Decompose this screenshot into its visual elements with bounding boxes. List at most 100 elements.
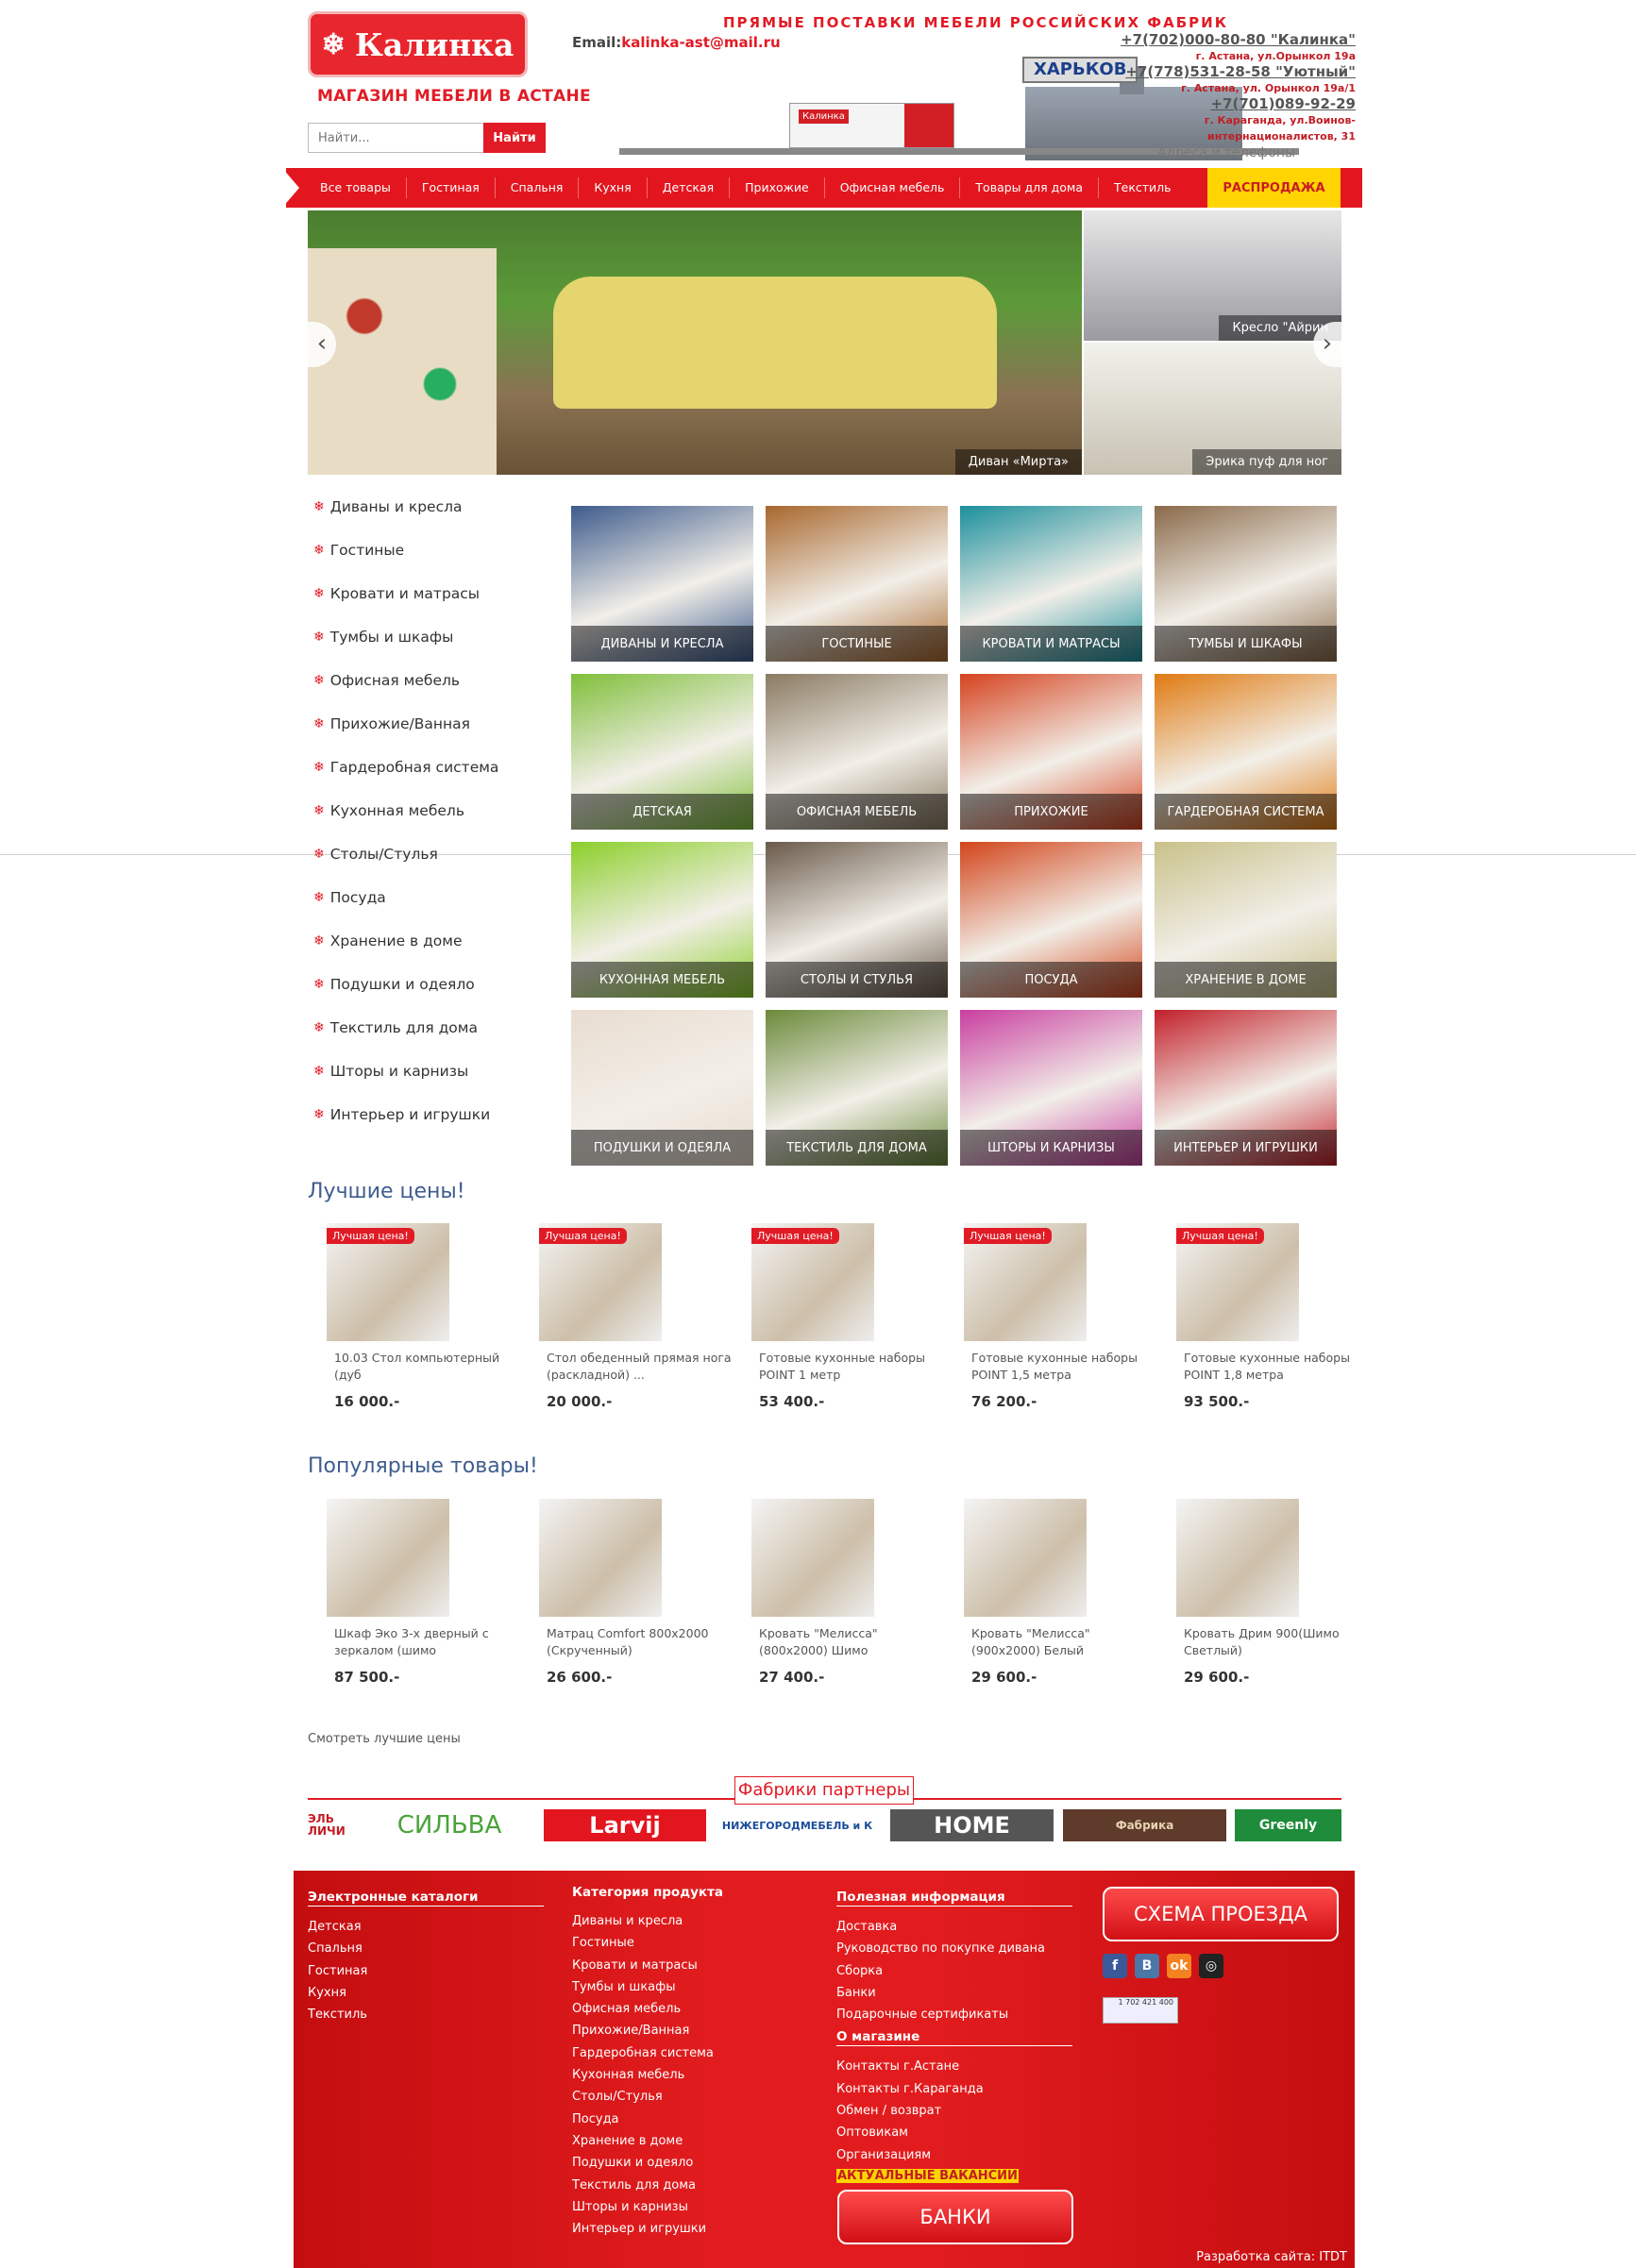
footer-link[interactable]: Доставка <box>836 1916 1072 1938</box>
footer-link[interactable]: Шторы и карнизы <box>572 2196 808 2218</box>
product-name[interactable]: Стол обеденный прямая нога (раскладной) … <box>547 1350 735 1384</box>
footer-link[interactable]: Кровати и матрасы <box>572 1955 808 1976</box>
footer-link[interactable]: Кухня <box>308 1982 544 2004</box>
addresses-link[interactable]: Адреса и телефоны <box>1157 145 1295 160</box>
category-tile[interactable]: ОФИСНАЯ МЕБЕЛЬ <box>766 674 948 830</box>
sidebar-item[interactable]: ❄ Хранение в доме <box>313 932 498 976</box>
category-tile[interactable]: ДЕТСКАЯ <box>571 674 753 830</box>
partner-logo[interactable]: Larvij <box>544 1809 706 1841</box>
nav-item[interactable]: Кухня <box>579 177 648 198</box>
sidebar-item[interactable]: ❄ Гардеробная система <box>313 759 498 802</box>
footer-link[interactable]: Сборка <box>836 1960 1072 1982</box>
nav-item[interactable]: Гостиная <box>407 177 496 198</box>
product-image[interactable] <box>751 1499 874 1617</box>
category-tile[interactable]: ГАРДЕРОБНАЯ СИСТЕМА <box>1155 674 1337 830</box>
category-tile[interactable]: ИНТЕРЬЕР И ИГРУШКИ <box>1155 1010 1337 1166</box>
footer-link[interactable]: Контакты г.Караганда <box>836 2078 1072 2100</box>
footer-link[interactable]: Текстиль <box>308 2004 544 2025</box>
sidebar-item[interactable]: ❄ Интерьер и игрушки <box>313 1106 498 1150</box>
nav-sale-button[interactable]: РАСПРОДАЖА <box>1207 168 1341 208</box>
nav-item[interactable]: Прихожие <box>730 177 825 198</box>
sidebar-item[interactable]: ❄ Столы/Стулья <box>313 846 498 889</box>
footer-link[interactable]: Подушки и одеяло <box>572 2152 808 2174</box>
site-logo[interactable]: ❄ Калинка <box>308 11 528 77</box>
sidebar-item[interactable]: ❄ Кухонная мебель <box>313 802 498 846</box>
contact-phone[interactable]: +7(778)531-28-58 "Уютный" <box>1121 64 1356 80</box>
product-name[interactable]: Готовые кухонные наборы POINT 1,5 метра <box>971 1350 1160 1384</box>
contact-phone[interactable]: +7(702)000-80-80 "Калинка" <box>1121 32 1356 48</box>
footer-link[interactable]: Гостиная <box>308 1960 544 1982</box>
product-image[interactable] <box>539 1499 662 1617</box>
partner-logo[interactable]: СИЛЬВА <box>379 1809 520 1841</box>
footer-link[interactable]: Детская <box>308 1916 544 1938</box>
facebook-icon[interactable]: f <box>1103 1954 1127 1978</box>
see-best-prices-link[interactable]: Смотреть лучшие цены <box>308 1732 461 1746</box>
nav-item[interactable]: Офисная мебель <box>825 177 961 198</box>
vacancies-link[interactable]: АКТУАЛЬНЫЕ ВАКАНСИИ <box>836 2168 1019 2183</box>
sidebar-item[interactable]: ❄ Подушки и одеяло <box>313 976 498 1019</box>
footer-link[interactable]: Контакты г.Астане <box>836 2056 1072 2077</box>
category-tile[interactable]: ПОСУДА <box>960 842 1142 998</box>
nav-item[interactable]: Товары для дома <box>960 177 1100 198</box>
sidebar-item[interactable]: ❄ Текстиль для дома <box>313 1019 498 1063</box>
footer-link[interactable]: Гардеробная система <box>572 2042 808 2064</box>
product-name[interactable]: Кровать "Мелисса" (800х2000) Шимо <box>759 1625 948 1659</box>
category-tile[interactable]: КРОВАТИ И МАТРАСЫ <box>960 506 1142 662</box>
partner-logo[interactable]: НИЖЕГОРОДМЕБЕЛЬ и К <box>719 1809 875 1841</box>
search-input[interactable] <box>308 123 483 153</box>
nav-item[interactable]: Детская <box>648 177 731 198</box>
directions-map-button[interactable]: СХЕМА ПРОЕЗДА <box>1103 1887 1339 1941</box>
nav-item[interactable]: Спальня <box>496 177 580 198</box>
footer-link[interactable]: Банки <box>836 1982 1072 2004</box>
footer-link[interactable]: Спальня <box>308 1938 544 1959</box>
category-tile[interactable]: ХРАНЕНИЕ В ДОМЕ <box>1155 842 1337 998</box>
visit-counter[interactable]: 1 702 421 400 <box>1103 1997 1178 2024</box>
footer-link[interactable]: Подарочные сертификаты <box>836 2004 1072 2025</box>
product-name[interactable]: Готовые кухонные наборы POINT 1,8 метра <box>1184 1350 1373 1384</box>
slide-main-image[interactable]: Диван «Мирта» <box>308 210 1082 475</box>
footer-link[interactable]: Офисная мебель <box>572 1998 808 2020</box>
footer-link[interactable]: Обмен / возврат <box>836 2100 1072 2122</box>
footer-link[interactable]: Оптовикам <box>836 2122 1072 2143</box>
footer-link[interactable]: Кухонная мебель <box>572 2064 808 2086</box>
category-tile[interactable]: ТЕКСТИЛЬ ДЛЯ ДОМА <box>766 1010 948 1166</box>
footer-link[interactable]: Текстиль для дома <box>572 2175 808 2196</box>
nav-item[interactable]: Все товары <box>305 177 407 198</box>
sidebar-item[interactable]: ❄ Шторы и карнизы <box>313 1063 498 1106</box>
sidebar-item[interactable]: ❄ Посуда <box>313 889 498 932</box>
footer-link[interactable]: Тумбы и шкафы <box>572 1976 808 1998</box>
partner-logo[interactable]: Фабрика <box>1063 1809 1226 1841</box>
instagram-icon[interactable]: ◎ <box>1199 1954 1223 1978</box>
product-image[interactable] <box>327 1499 449 1617</box>
footer-link[interactable]: Хранение в доме <box>572 2130 808 2152</box>
category-tile[interactable]: ТУМБЫ И ШКАФЫ <box>1155 506 1337 662</box>
footer-link[interactable]: Посуда <box>572 2108 808 2130</box>
sidebar-item[interactable]: ❄ Тумбы и шкафы <box>313 629 498 672</box>
product-name[interactable]: 10.03 Стол компьютерный (дуб <box>334 1350 523 1384</box>
sidebar-item[interactable]: ❄ Гостиные <box>313 542 498 585</box>
developer-credit[interactable]: Разработка сайта: ITDT <box>1196 2250 1347 2264</box>
nav-item[interactable]: Текстиль <box>1099 177 1187 198</box>
sidebar-item[interactable]: ❄ Диваны и кресла <box>313 498 498 542</box>
sidebar-item[interactable]: ❄ Прихожие/Ванная <box>313 715 498 759</box>
product-image[interactable] <box>1176 1499 1299 1617</box>
email-link[interactable]: kalinka-ast@mail.ru <box>621 34 780 51</box>
banks-button[interactable]: БАНКИ <box>837 2190 1073 2244</box>
product-name[interactable]: Кровать Дрим 900(Шимо Светлый) <box>1184 1625 1373 1659</box>
odnoklassniki-icon[interactable]: ok <box>1167 1954 1191 1978</box>
sidebar-item[interactable]: ❄ Кровати и матрасы <box>313 585 498 629</box>
footer-link[interactable]: Прихожие/Ванная <box>572 2020 808 2041</box>
search-button[interactable]: Найти <box>483 123 546 153</box>
slide-side-image[interactable]: Кресло "Айрин <box>1084 210 1341 341</box>
partner-logo[interactable]: HOME <box>890 1809 1054 1841</box>
category-tile[interactable]: КУХОННАЯ МЕБЕЛЬ <box>571 842 753 998</box>
category-tile[interactable]: СТОЛЫ И СТУЛЬЯ <box>766 842 948 998</box>
footer-link[interactable]: Диваны и кресла <box>572 1910 808 1932</box>
contact-phone[interactable]: +7(701)089-92-29 <box>1121 96 1356 112</box>
category-tile[interactable]: ДИВАНЫ И КРЕСЛА <box>571 506 753 662</box>
footer-link[interactable]: Организациям <box>836 2144 1072 2166</box>
footer-link[interactable]: Гостиные <box>572 1932 808 1954</box>
category-tile[interactable]: ПРИХОЖИЕ <box>960 674 1142 830</box>
category-tile[interactable]: ПОДУШКИ И ОДЕЯЛА <box>571 1010 753 1166</box>
vk-icon[interactable]: B <box>1135 1954 1159 1978</box>
